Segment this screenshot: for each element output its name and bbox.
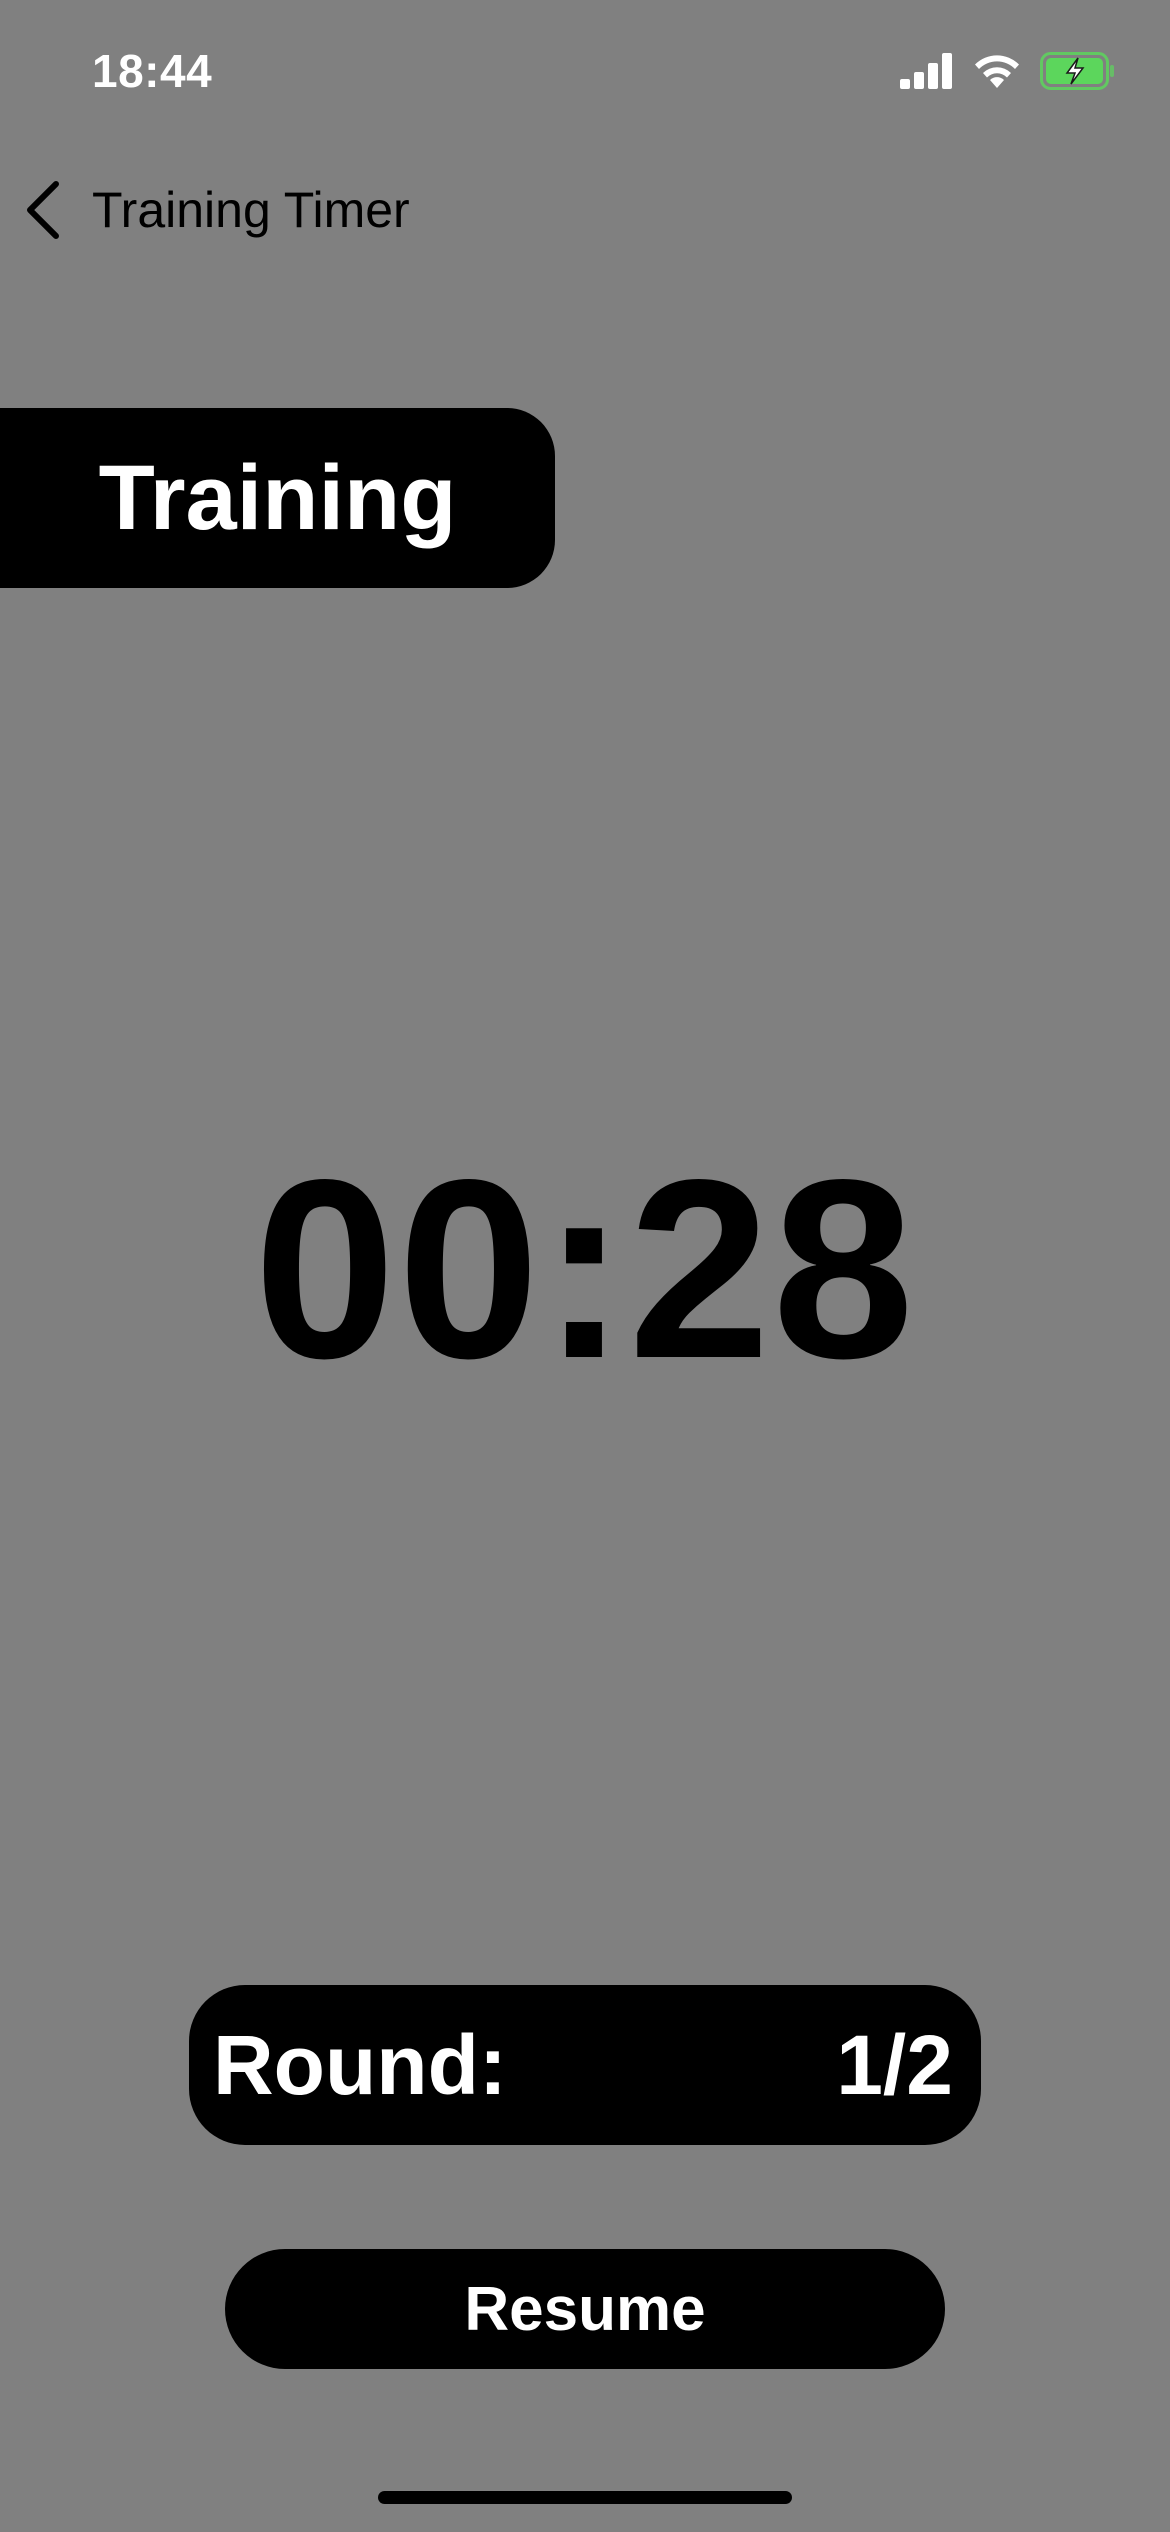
round-panel: Round: 1/2	[189, 1985, 981, 2145]
navigation-bar: Training Timer	[0, 160, 1170, 260]
status-icons	[900, 52, 1116, 90]
countdown-timer: 00:28	[253, 1127, 917, 1412]
status-time: 18:44	[92, 45, 213, 97]
round-label: Round:	[213, 2017, 507, 2112]
round-counter: 1/2	[836, 2017, 953, 2112]
resume-button[interactable]: Resume	[225, 2249, 945, 2369]
status-bar: 18:44	[0, 0, 1170, 150]
home-indicator[interactable]	[378, 2491, 792, 2504]
wifi-icon	[975, 55, 1019, 88]
back-button[interactable]: Training Timer	[22, 174, 410, 246]
back-button-label: Training Timer	[92, 182, 410, 238]
phase-label: Training	[98, 446, 457, 549]
cellular-signal-icon	[900, 53, 952, 89]
phase-badge: Training	[0, 408, 555, 588]
battery-charging-icon	[1040, 52, 1114, 90]
chevron-left-icon	[27, 181, 59, 239]
